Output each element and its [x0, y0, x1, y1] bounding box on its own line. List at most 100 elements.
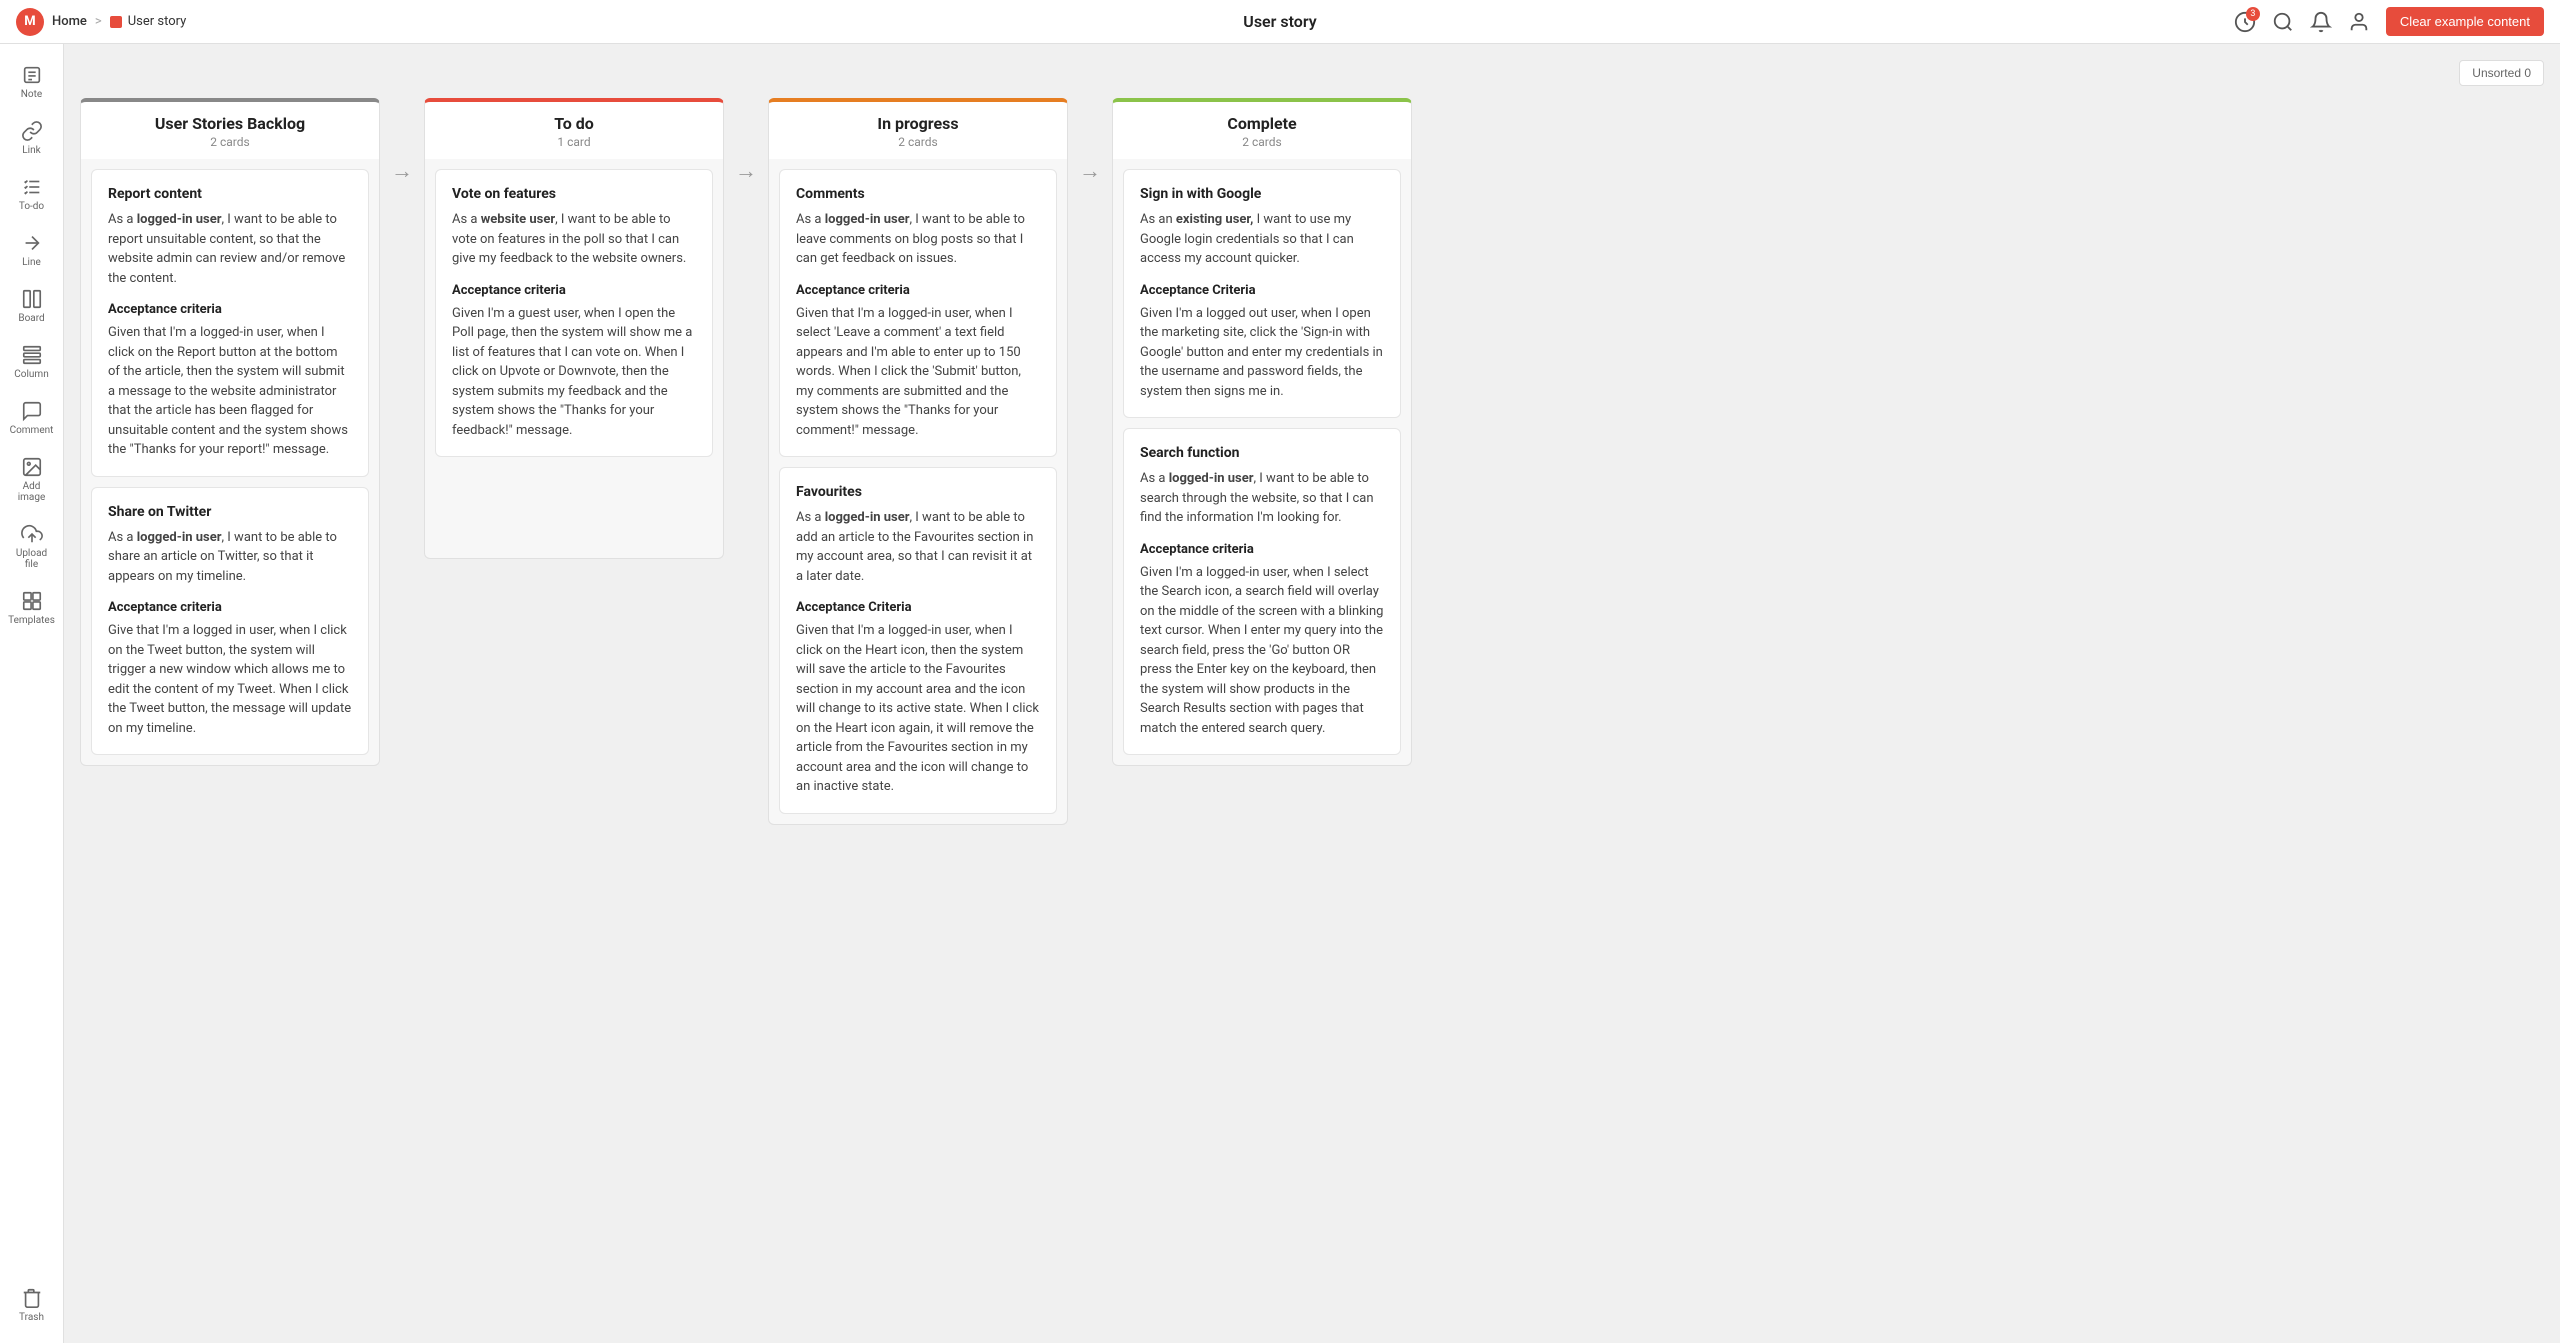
- sidebar-item-link[interactable]: Link: [4, 112, 60, 164]
- card-favourites[interactable]: Favourites As a logged-in user, I want t…: [779, 467, 1057, 814]
- column-complete-title: Complete: [1121, 114, 1403, 133]
- breadcrumb-separator: >: [95, 14, 102, 29]
- card-title: Report content: [108, 186, 352, 202]
- column-todo-header: To do 1 card: [424, 98, 724, 159]
- card-intro: As a logged-in user, I want to be able t…: [108, 528, 352, 587]
- card-intro: As an existing user, I want to use my Go…: [1140, 210, 1384, 269]
- sidebar-item-column[interactable]: Column: [4, 336, 60, 388]
- column-backlog: User Stories Backlog 2 cards Report cont…: [80, 98, 380, 766]
- page-title: User story: [1243, 12, 1316, 31]
- sidebar-item-trash[interactable]: Trash: [4, 1279, 60, 1331]
- sidebar-link-label: Link: [22, 145, 40, 156]
- sidebar-item-line[interactable]: Line: [4, 224, 60, 276]
- column-todo-body: Vote on features As a website user, I wa…: [424, 159, 724, 559]
- topbar: M Home > User story User story 3 Clear e…: [0, 0, 2560, 44]
- card-report-content[interactable]: Report content As a logged-in user, I wa…: [91, 169, 369, 477]
- notification-badge: 3: [2246, 7, 2260, 21]
- card-intro: As a logged-in user, I want to be able t…: [796, 210, 1040, 269]
- topbar-actions: 3 Clear example content: [2234, 7, 2544, 36]
- clear-example-button[interactable]: Clear example content: [2386, 7, 2544, 36]
- sidebar-item-comment[interactable]: Comment: [4, 392, 60, 444]
- card-title: Sign in with Google: [1140, 186, 1384, 202]
- column-inprogress-count: 2 cards: [777, 135, 1059, 149]
- sidebar-todo-label: To-do: [19, 201, 44, 212]
- card-title: Search function: [1140, 445, 1384, 461]
- sidebar-note-label: Note: [21, 89, 42, 100]
- card-title: Vote on features: [452, 186, 696, 202]
- page-color-dot: [110, 16, 122, 28]
- current-page-breadcrumb: User story: [110, 14, 187, 29]
- sidebar-board-label: Board: [18, 313, 44, 324]
- card-criteria-title: Acceptance criteria: [1140, 542, 1384, 557]
- home-link[interactable]: Home: [52, 14, 87, 29]
- sidebar-upload-label: Upload file: [10, 548, 54, 570]
- card-criteria: Given I'm a logged out user, when I open…: [1140, 304, 1384, 402]
- logo[interactable]: M: [16, 8, 44, 36]
- card-search-function[interactable]: Search function As a logged-in user, I w…: [1123, 428, 1401, 755]
- card-criteria-title: Acceptance criteria: [796, 283, 1040, 298]
- card-intro: As a logged-in user, I want to be able t…: [108, 210, 352, 288]
- arrow-inprogress-complete: →: [1068, 98, 1112, 184]
- user-icon[interactable]: [2348, 11, 2370, 33]
- sidebar: Note Link To-do Line Board Column Commen…: [0, 44, 64, 1343]
- card-vote-features[interactable]: Vote on features As a website user, I wa…: [435, 169, 713, 457]
- board-columns: User Stories Backlog 2 cards Report cont…: [80, 98, 2544, 825]
- board-toolbar: Unsorted 0: [80, 60, 2544, 86]
- card-criteria: Give that I'm a logged in user, when I c…: [108, 621, 352, 738]
- card-title: Share on Twitter: [108, 504, 352, 520]
- card-share-twitter[interactable]: Share on Twitter As a logged-in user, I …: [91, 487, 369, 756]
- arrow-backlog-todo: →: [380, 98, 424, 184]
- column-inprogress: In progress 2 cards Comments As a logged…: [768, 98, 1068, 825]
- sidebar-column-label: Column: [14, 369, 48, 380]
- column-backlog-body: Report content As a logged-in user, I wa…: [80, 159, 380, 766]
- search-icon[interactable]: [2272, 11, 2294, 33]
- board-area: Unsorted 0 User Stories Backlog 2 cards …: [64, 44, 2560, 1343]
- sidebar-trash-label: Trash: [19, 1312, 44, 1323]
- card-criteria: Given I'm a guest user, when I open the …: [452, 304, 696, 441]
- column-todo-title: To do: [433, 114, 715, 133]
- column-complete-header: Complete 2 cards: [1112, 98, 1412, 159]
- sidebar-item-board[interactable]: Board: [4, 280, 60, 332]
- sidebar-item-todo[interactable]: To-do: [4, 168, 60, 220]
- card-sign-in-google[interactable]: Sign in with Google As an existing user,…: [1123, 169, 1401, 418]
- column-inprogress-title: In progress: [777, 114, 1059, 133]
- column-inprogress-body: Comments As a logged-in user, I want to …: [768, 159, 1068, 825]
- card-intro: As a website user, I want to be able to …: [452, 210, 696, 269]
- sidebar-comment-label: Comment: [10, 425, 54, 436]
- unsorted-button[interactable]: Unsorted 0: [2459, 60, 2544, 86]
- card-title: Comments: [796, 186, 1040, 202]
- column-inprogress-header: In progress 2 cards: [768, 98, 1068, 159]
- card-criteria: Given I'm a logged-in user, when I selec…: [1140, 563, 1384, 739]
- main-layout: Note Link To-do Line Board Column Commen…: [0, 44, 2560, 1343]
- column-complete: Complete 2 cards Sign in with Google As …: [1112, 98, 1412, 766]
- card-intro: As a logged-in user, I want to be able t…: [1140, 469, 1384, 528]
- card-intro: As a logged-in user, I want to be able t…: [796, 508, 1040, 586]
- column-todo: To do 1 card Vote on features As a websi…: [424, 98, 724, 559]
- card-criteria: Given that I'm a logged-in user, when I …: [796, 621, 1040, 797]
- bell-icon[interactable]: [2310, 11, 2332, 33]
- breadcrumb: M Home > User story: [16, 8, 186, 36]
- column-todo-count: 1 card: [433, 135, 715, 149]
- column-complete-count: 2 cards: [1121, 135, 1403, 149]
- column-backlog-count: 2 cards: [89, 135, 371, 149]
- sidebar-item-templates[interactable]: Templates: [4, 582, 60, 634]
- column-complete-body: Sign in with Google As an existing user,…: [1112, 159, 1412, 766]
- sidebar-item-upload-file[interactable]: Upload file: [4, 515, 60, 578]
- card-criteria-title: Acceptance criteria: [108, 302, 352, 317]
- page-name-breadcrumb: User story: [128, 14, 187, 29]
- card-criteria-title: Acceptance Criteria: [796, 600, 1040, 615]
- card-criteria: Given that I'm a logged-in user, when I …: [108, 323, 352, 460]
- notification-icon[interactable]: 3: [2234, 11, 2256, 33]
- card-criteria-title: Acceptance Criteria: [1140, 283, 1384, 298]
- sidebar-line-label: Line: [22, 257, 41, 268]
- sidebar-templates-label: Templates: [8, 615, 55, 626]
- sidebar-item-note[interactable]: Note: [4, 56, 60, 108]
- card-criteria-title: Acceptance criteria: [108, 600, 352, 615]
- arrow-todo-inprogress: →: [724, 98, 768, 184]
- column-backlog-title: User Stories Backlog: [89, 114, 371, 133]
- column-backlog-header: User Stories Backlog 2 cards: [80, 98, 380, 159]
- sidebar-item-add-image[interactable]: Add image: [4, 448, 60, 511]
- card-comments[interactable]: Comments As a logged-in user, I want to …: [779, 169, 1057, 457]
- card-title: Favourites: [796, 484, 1040, 500]
- sidebar-add-image-label: Add image: [10, 481, 54, 503]
